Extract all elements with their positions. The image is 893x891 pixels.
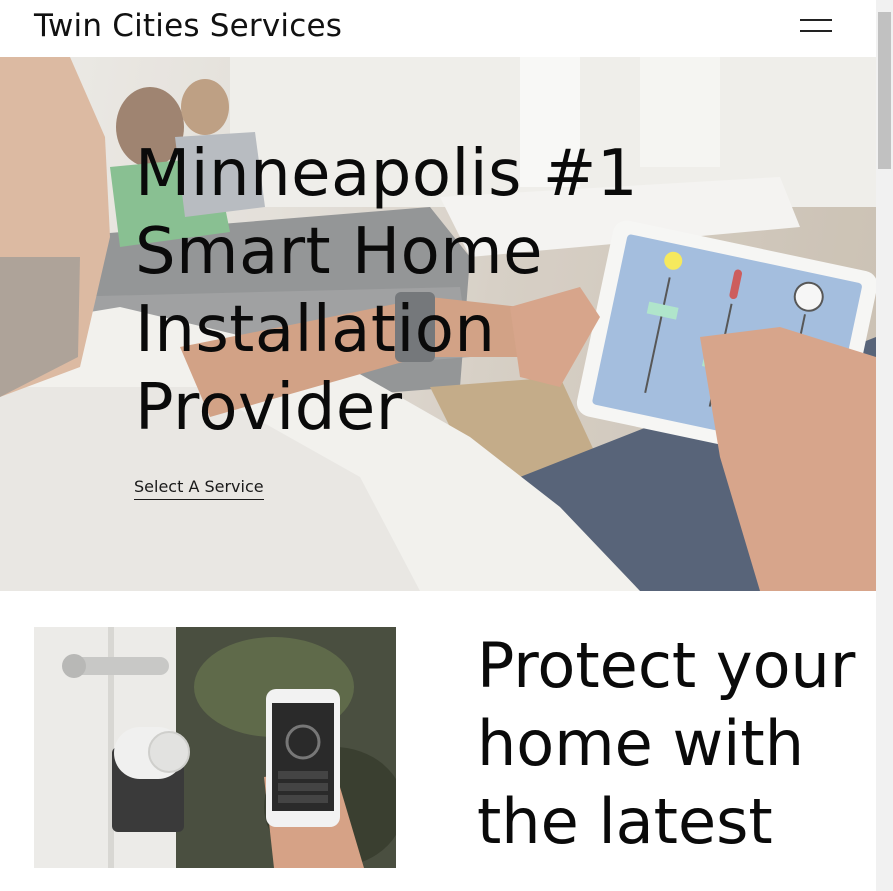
- smart-lock-image: [34, 627, 396, 868]
- site-title[interactable]: Twin Cities Services: [34, 6, 342, 46]
- select-service-link[interactable]: Select A Service: [134, 476, 264, 500]
- hero-section: Minneapolis #1 Smart Home Installation P…: [0, 57, 876, 591]
- hero-title: Minneapolis #1 Smart Home Installation P…: [135, 137, 639, 445]
- site-header: Twin Cities Services: [0, 0, 876, 57]
- scrollbar-thumb[interactable]: [878, 12, 891, 169]
- hamburger-menu-icon-line: [800, 30, 832, 32]
- menu-button[interactable]: [796, 12, 836, 40]
- hamburger-menu-icon: [800, 19, 832, 21]
- page: Twin Cities Services Minneapolis #1 Smar…: [0, 0, 876, 891]
- feature-heading: Protect your home with the latest: [477, 629, 856, 858]
- page-scrollbar[interactable]: [876, 0, 893, 891]
- smart-lock-photo: [34, 627, 396, 868]
